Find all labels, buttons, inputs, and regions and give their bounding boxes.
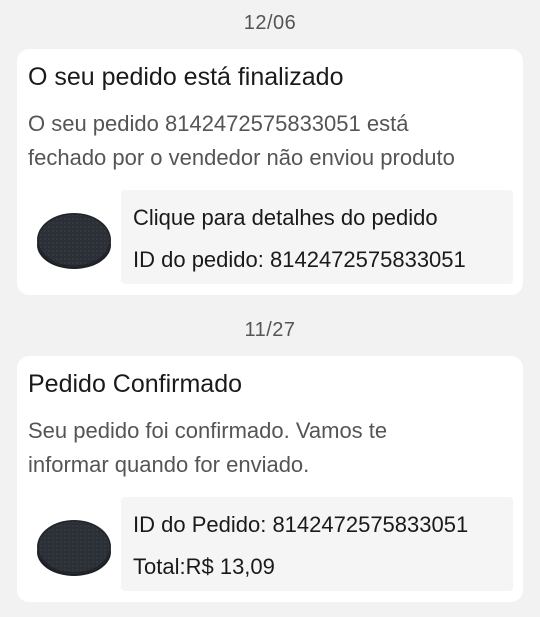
notification-body: Seu pedido foi confirmado. Vamos te info… <box>28 414 513 482</box>
order-total-value: R$ 13,09 <box>185 554 275 579</box>
product-image-icon <box>37 520 111 576</box>
order-details-box[interactable]: Clique para detalhes do pedido ID do ped… <box>121 190 513 284</box>
order-id-label: ID do Pedido: <box>133 512 267 537</box>
order-id-value: 8142472575833051 <box>270 247 466 272</box>
notification-body-line: Seu pedido foi confirmado. Vamos te <box>28 418 388 443</box>
date-separator: 11/27 <box>244 319 296 341</box>
notification-body-line: fechado por o vendedor não enviou produt… <box>28 145 455 170</box>
notification-body: O seu pedido 8142472575833051 está fecha… <box>28 107 513 175</box>
notification-card-order-finalized[interactable]: O seu pedido está finalizado O seu pedid… <box>17 49 523 295</box>
order-total-label: Total: <box>133 554 186 579</box>
date-separator: 12/06 <box>243 12 297 34</box>
order-id-label: ID do pedido: <box>133 247 264 272</box>
notification-body-line: O seu pedido 8142472575833051 está <box>28 111 409 136</box>
order-details-box[interactable]: ID do Pedido: 8142472575833051 Total:R$ … <box>121 497 513 591</box>
product-image-icon <box>37 213 111 269</box>
order-id: ID do pedido: 8142472575833051 <box>133 247 511 273</box>
notification-body-line: informar quando for enviado. <box>28 452 310 477</box>
order-details-link[interactable]: Clique para detalhes do pedido <box>133 205 511 231</box>
product-image[interactable] <box>35 516 113 578</box>
notification-title: O seu pedido está finalizado <box>28 63 344 91</box>
order-total: Total:R$ 13,09 <box>133 554 511 580</box>
product-image[interactable] <box>35 209 113 271</box>
notification-title: Pedido Confirmado <box>28 370 243 398</box>
order-id: ID do Pedido: 8142472575833051 <box>133 512 511 538</box>
notification-card-order-confirmed[interactable]: Pedido Confirmado Seu pedido foi confirm… <box>17 356 523 602</box>
order-id-value: 8142472575833051 <box>272 512 469 537</box>
